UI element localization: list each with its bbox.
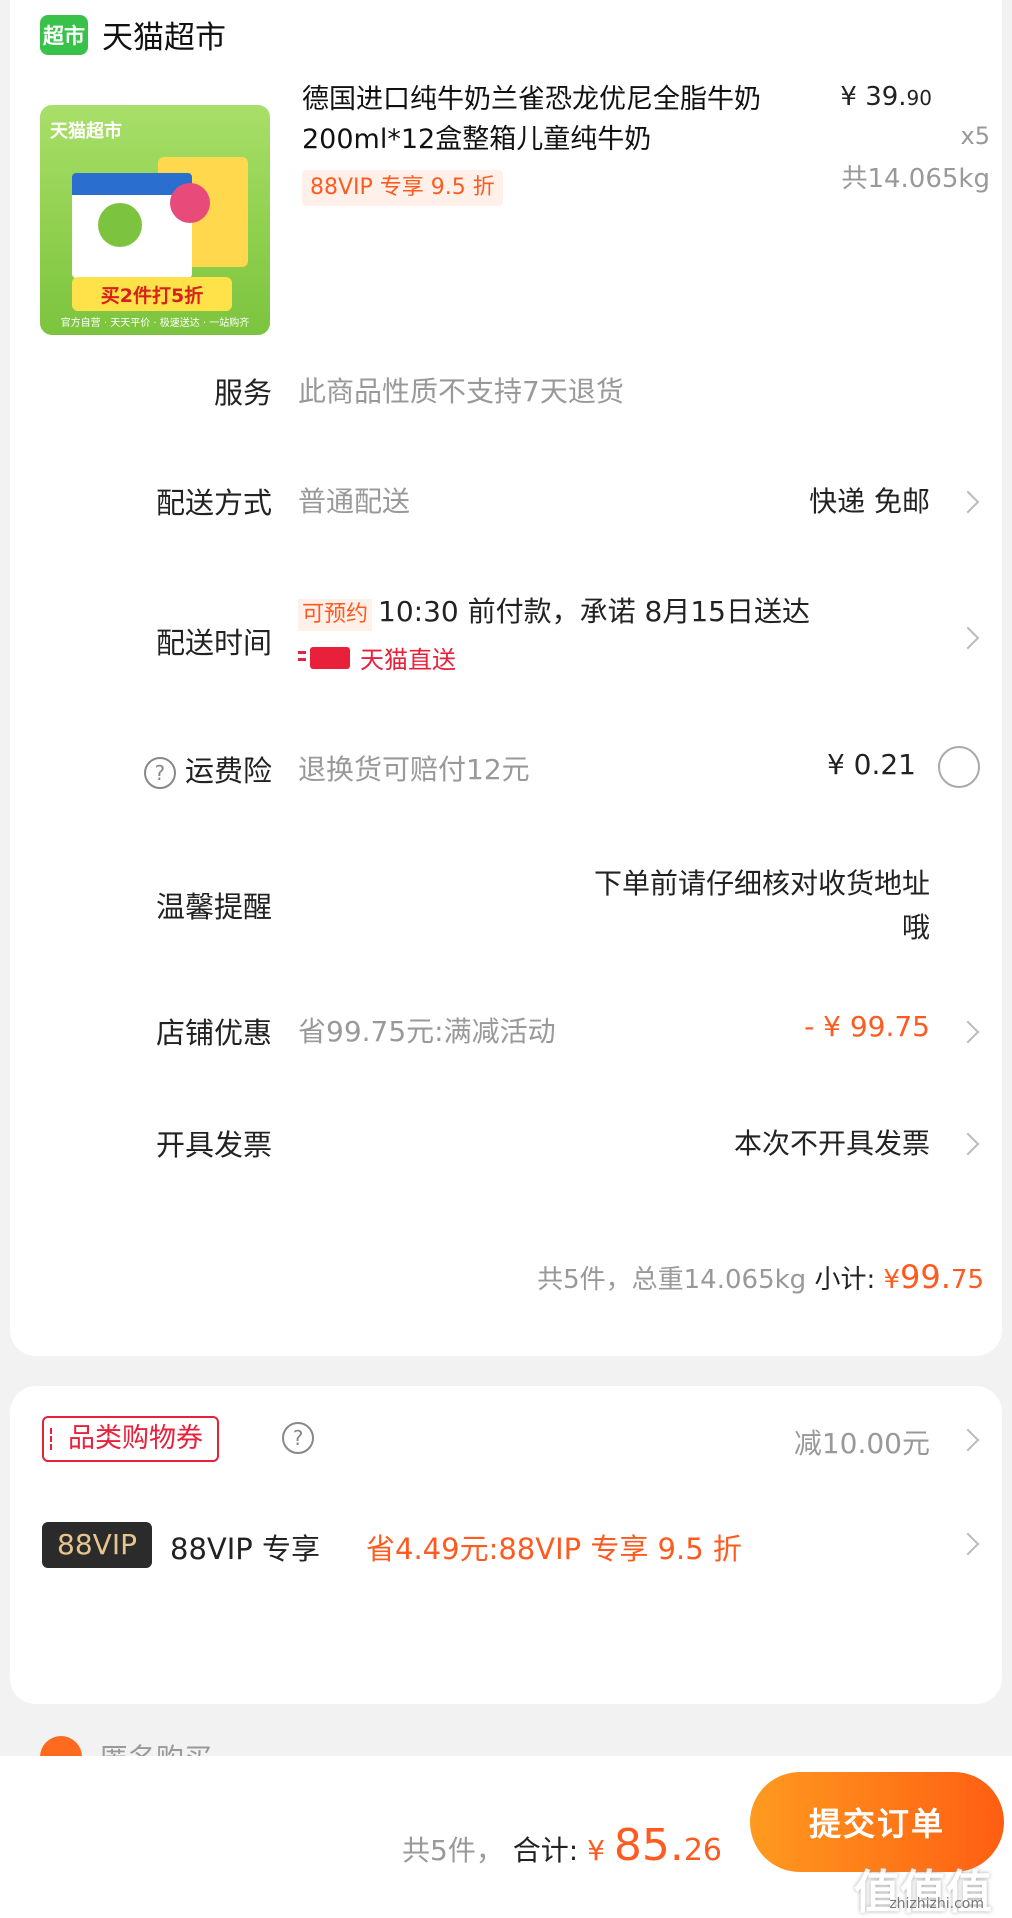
subtotal-decimal: 75 — [950, 1265, 984, 1295]
row-right-value: 快递 免邮 — [809, 485, 930, 518]
row-delivery-time[interactable]: 配送时间 可预约 10:30 前付款，承诺 8月15日送达 天猫直送 — [10, 590, 1002, 680]
subtotal-integer: 99. — [900, 1258, 951, 1296]
product-price: ¥ 39.90 — [840, 82, 932, 112]
tmall-direct-label: 天猫直送 — [360, 646, 456, 674]
row-delivery-method[interactable]: 配送方式 普通配送 快递 免邮 — [10, 480, 1002, 530]
vip-badge: 88VIP — [42, 1522, 152, 1568]
price-integer: ¥ 39. — [840, 82, 907, 112]
row-label: 店铺优惠 — [155, 1016, 272, 1050]
total-decimal: 26 — [683, 1833, 722, 1868]
row-label: 开具发票 — [155, 1128, 272, 1162]
reservable-tag: 可预约 — [298, 599, 373, 631]
row-freight-insurance: ? 运费险 退换货可赔付12元 ¥ 0.21 — [10, 746, 1002, 798]
row-label: 配送时间 — [155, 626, 272, 660]
row-label: ? 运费险 — [143, 748, 272, 790]
total-label: 合计: — [512, 1834, 579, 1867]
row-label-text: 运费险 — [184, 754, 272, 788]
category-coupon-tag: 品类购物券 — [42, 1416, 219, 1462]
insurance-radio[interactable] — [938, 746, 980, 788]
store-logo: 超市 — [40, 14, 88, 55]
question-icon[interactable]: ? — [282, 1422, 314, 1454]
row-invoice[interactable]: 开具发票 本次不开具发票 — [10, 1122, 1002, 1172]
product-image-footer: 官方自营 · 天天平价 · 极速送达 · 一站购齐 — [60, 318, 250, 329]
product-image-brand: 天猫超市 — [50, 121, 122, 142]
chevron-right-icon — [956, 626, 980, 650]
store-name: 天猫超市 — [102, 20, 226, 56]
chevron-right-icon[interactable] — [956, 1428, 980, 1452]
row-right-value: ¥ 0.21 — [826, 748, 916, 781]
coupon-discount[interactable]: 减10.00元 — [794, 1422, 930, 1462]
discount-amount: - ¥ 99.75 — [804, 1010, 930, 1043]
total: 共5件， 合计: ¥ 85.26 — [402, 1820, 722, 1871]
product-weight: 共14.065kg — [841, 164, 990, 194]
row-value: 退换货可赔付12元 — [298, 753, 530, 786]
dino-figure — [170, 183, 210, 223]
question-icon[interactable]: ? — [143, 757, 176, 789]
row-label: 服务 — [213, 376, 272, 410]
subtotal-label: 小计: — [814, 1265, 876, 1295]
chevron-right-icon — [956, 490, 980, 514]
total-currency: ¥ — [587, 1834, 614, 1867]
row-label: 温馨提醒 — [155, 890, 272, 924]
checkout-bar: 共5件， 合计: ¥ 85.26 提交订单 值值值 zhizhizhi.com — [0, 1756, 1012, 1918]
coupon-card: 品类购物券 ? 减10.00元 88VIP 88VIP 专享 省4.49元:88… — [10, 1386, 1002, 1704]
order-card: 超市 天猫超市 天猫超市 买2件打5折 官方自营 · 天天平价 · 极速送达 ·… — [10, 0, 1002, 1356]
row-reminder: 温馨提醒 下单前请仔细核对收货地址 哦 — [10, 862, 1002, 952]
subtotal-currency: ¥ — [883, 1265, 901, 1295]
row-value: 省99.75元:满减活动 — [298, 1015, 556, 1048]
tmall-direct: 天猫直送 — [298, 640, 456, 675]
vip-label: 88VIP 专享 — [170, 1532, 320, 1566]
reminder-line-2: 哦 — [901, 911, 930, 944]
watermark-url: zhizhizhi.com — [889, 1896, 984, 1912]
price-decimal: 90 — [906, 86, 932, 110]
product-image[interactable]: 天猫超市 买2件打5折 官方自营 · 天天平价 · 极速送达 · 一站购齐 — [40, 105, 270, 335]
chevron-right-icon — [956, 1132, 980, 1156]
tmall-cat-icon — [298, 646, 350, 669]
subtotal-summary: 共5件，总重14.065kg — [537, 1265, 807, 1295]
product-image-banner: 买2件打5折 — [72, 277, 232, 311]
reminder-line-1: 下单前请仔细核对收货地址 — [593, 867, 930, 900]
vip-discount[interactable]: 省4.49元:88VIP 专享 9.5 折 — [366, 1526, 742, 1568]
coupon-help: ? — [282, 1422, 314, 1454]
row-value: 此商品性质不支持7天退货 — [298, 375, 624, 408]
store-header[interactable]: 超市 天猫超市 — [40, 12, 226, 57]
subtotal: 共5件，总重14.065kg 小计: ¥99.75 — [537, 1258, 984, 1296]
row-shop-discount[interactable]: 店铺优惠 省99.75元:满减活动 - ¥ 99.75 — [10, 1010, 1002, 1060]
row-right-value: 本次不开具发票 — [733, 1127, 930, 1160]
total-count: 共5件， — [402, 1834, 504, 1867]
chevron-right-icon — [956, 1020, 980, 1044]
dino-figure — [98, 203, 142, 247]
delivery-promise: 10:30 前付款，承诺 8月15日送达 — [378, 595, 810, 628]
chevron-right-icon[interactable] — [956, 1532, 980, 1556]
row-value: 普通配送 — [298, 485, 411, 518]
total-integer: 85. — [613, 1820, 684, 1871]
product-title[interactable]: 德国进口纯牛奶兰雀恐龙优尼全脂牛奶200ml*12盒整箱儿童纯牛奶 — [302, 80, 792, 160]
product-quantity: x5 — [960, 122, 990, 150]
row-label: 配送方式 — [155, 486, 272, 520]
delivery-time-value: 可预约 10:30 前付款，承诺 8月15日送达 — [298, 590, 810, 631]
vip-discount-tag: 88VIP 专享 9.5 折 — [302, 170, 503, 206]
